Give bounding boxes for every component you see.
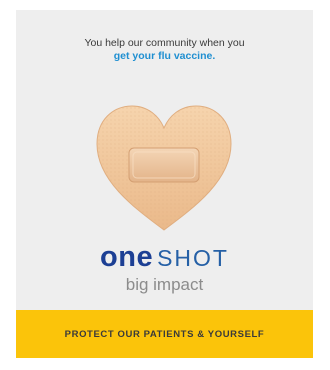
intro-line-2-highlight: get your flu vaccine. [113, 50, 216, 62]
heart-bandage-icon [96, 105, 232, 231]
brand-word-one: one [100, 241, 154, 273]
intro-line-1: You help our community when you [84, 37, 245, 49]
brand-logo-text: one SHOT [16, 242, 313, 277]
intro-text: You help our community when you get your… [16, 37, 313, 63]
banner-text: PROTECT OUR PATIENTS & YOURSELF [64, 328, 265, 340]
brand-tagline: big impact [125, 275, 204, 294]
flu-vaccine-card: You help our community when you get your… [16, 10, 313, 358]
protect-banner: PROTECT OUR PATIENTS & YOURSELF [16, 310, 313, 358]
brand-word-shot: SHOT [157, 245, 229, 271]
